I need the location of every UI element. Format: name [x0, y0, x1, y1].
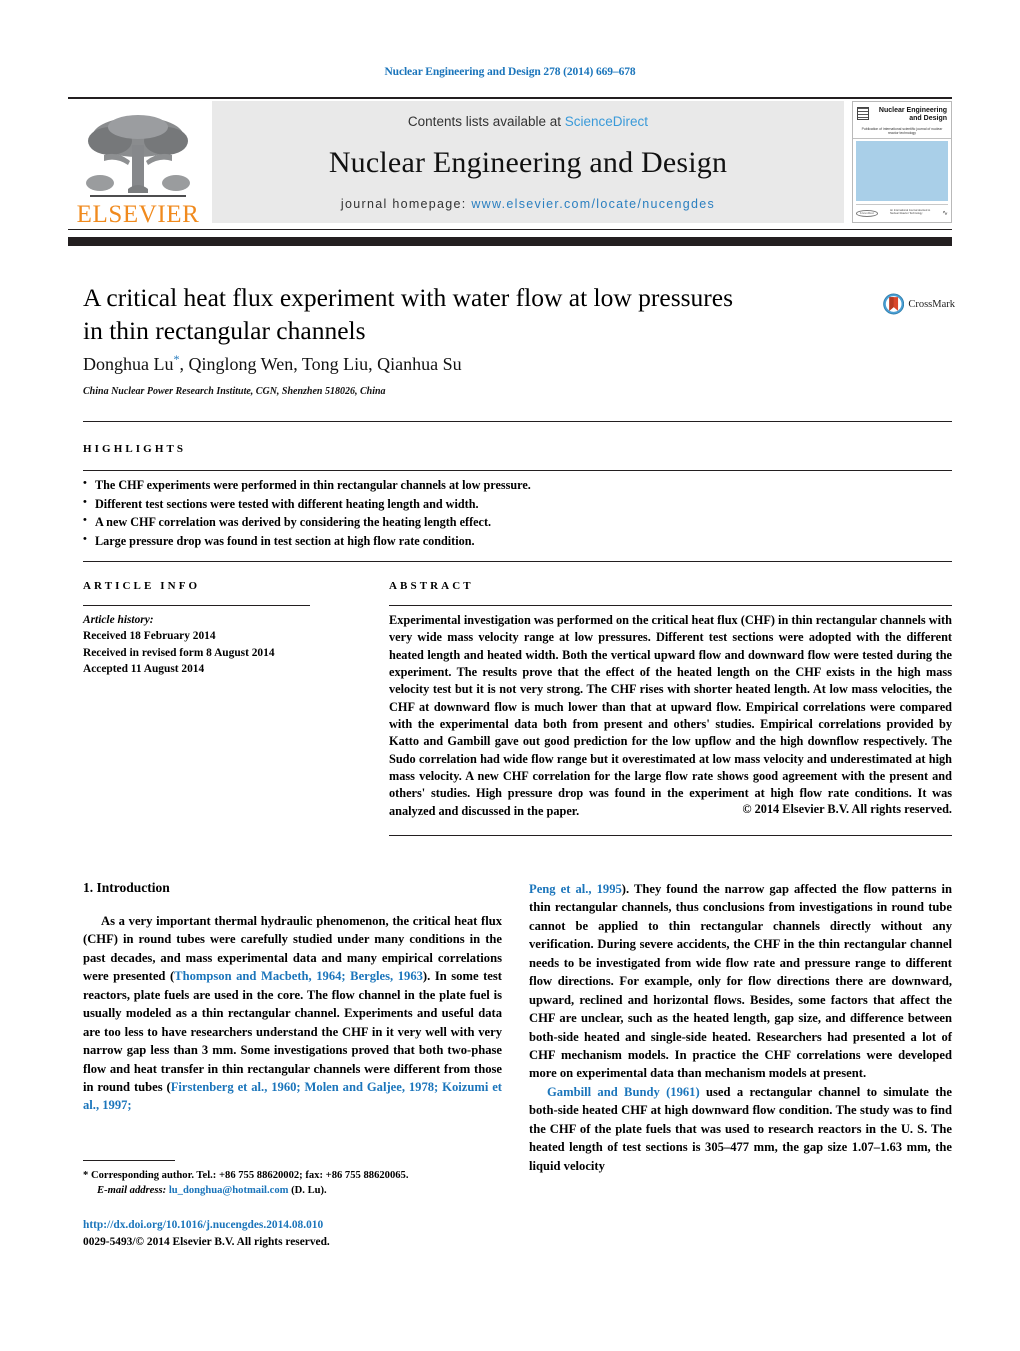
contents-available-line: Contents lists available at ScienceDirec… — [408, 114, 648, 129]
cover-artwork — [856, 141, 948, 202]
list-item: Large pressure drop was found in test se… — [83, 531, 952, 551]
elsevier-tree-icon — [86, 115, 190, 197]
author-list: Donghua Lu*, Qinglong Wen, Tong Liu, Qia… — [83, 352, 883, 375]
abstract-text: Experimental investigation was performed… — [389, 613, 952, 818]
footnote-rule — [83, 1160, 175, 1161]
article-accepted: Accepted 11 August 2014 — [83, 662, 205, 675]
article-history: Article history: Received 18 February 20… — [83, 612, 323, 677]
footnote-block: * Corresponding author. Tel.: +86 755 88… — [83, 1168, 503, 1198]
journal-article-page: Nuclear Engineering and Design 278 (2014… — [0, 0, 1020, 1351]
masthead-top-rule — [68, 97, 952, 99]
email-suffix: (D. Lu). — [288, 1185, 327, 1197]
author-names-rest: , Qinglong Wen, Tong Liu, Qianhua Su — [179, 354, 462, 374]
journal-title: Nuclear Engineering and Design — [328, 146, 728, 179]
elsevier-logo: ELSEVIER — [68, 101, 208, 229]
article-info-heading: ARTICLE INFO — [83, 580, 201, 592]
journal-homepage-line: journal homepage: www.elsevier.com/locat… — [341, 197, 715, 211]
paragraph-text-c: ). They found the narrow gap affected th… — [529, 882, 952, 1081]
article-info-rule — [83, 605, 310, 606]
running-head: Nuclear Engineering and Design 278 (2014… — [384, 66, 636, 78]
crossmark-label: CrossMark — [908, 298, 955, 310]
issn-copyright-line: 0029-5493/© 2014 Elsevier B.V. All right… — [83, 1235, 330, 1248]
corresponding-author-note: * Corresponding author. Tel.: +86 755 88… — [83, 1170, 409, 1181]
citation-link[interactable]: Gambill and Bundy (1961) — [547, 1085, 700, 1099]
highlights-top-rule — [83, 421, 952, 422]
cover-title: Nuclear Engineering and Design — [872, 107, 947, 123]
abstract-copyright: © 2014 Elsevier B.V. All rights reserved… — [742, 802, 952, 816]
cover-logo-icon — [857, 107, 869, 120]
cover-sciencedirect-badge: ScienceDirect — [856, 209, 878, 217]
highlights-list: The CHF experiments were performed in th… — [83, 475, 952, 551]
page-title: A critical heat flux experiment with wat… — [83, 282, 783, 347]
list-item: A new CHF correlation was derived by con… — [83, 512, 952, 532]
article-received: Received 18 February 2014 — [83, 630, 216, 643]
cover-footer: ScienceDirect An International Journal d… — [856, 204, 948, 220]
journal-cover-thumbnail: Nuclear Engineering and Design Publicati… — [852, 101, 952, 223]
title-line-1: A critical heat flux experiment with wat… — [83, 283, 734, 312]
contents-prefix: Contents lists available at — [407, 114, 562, 129]
citation-link[interactable]: Thompson and Macbeth, 1964; Bergles, 196… — [174, 969, 423, 983]
email-note: E-mail address: lu_donghua@hotmail.com (… — [83, 1183, 503, 1198]
crossmark-badge[interactable]: CrossMark — [883, 286, 955, 322]
abstract-bottom-rule — [389, 835, 952, 836]
paragraph-text-b: ). In some test reactors, plate fuels ar… — [83, 969, 502, 1094]
sciencedirect-link[interactable]: ScienceDirect — [565, 114, 648, 129]
journal-masthead: ELSEVIER Contents lists available at Sci… — [68, 101, 952, 229]
highlights-heading: HIGHLIGHTS — [83, 443, 187, 455]
article-revised: Received in revised form 8 August 2014 — [83, 646, 275, 659]
highlights-bottom-rule — [83, 561, 952, 562]
masthead-bottom-rule — [68, 229, 952, 230]
masthead-heavy-bar — [68, 237, 952, 246]
email-link[interactable]: lu_donghua@hotmail.com — [169, 1185, 289, 1196]
affiliation: China Nuclear Power Research Institute, … — [83, 386, 386, 397]
cover-footer-text: An International Journal devoted to Nucl… — [889, 209, 931, 215]
abstract-heading: ABSTRACT — [389, 580, 474, 592]
elsevier-wordmark: ELSEVIER — [76, 201, 200, 228]
doi-block: http://dx.doi.org/10.1016/j.nucengdes.20… — [83, 1217, 503, 1250]
homepage-url-link[interactable]: www.elsevier.com/locate/nucengdes — [471, 197, 715, 211]
cover-elsevier-mark-icon: ∿ — [942, 209, 948, 217]
author-names: Donghua Lu — [83, 354, 174, 374]
email-label: E-mail address: — [97, 1185, 167, 1197]
list-item: Different test sections were tested with… — [83, 494, 952, 514]
cover-title-line1: Nuclear Engineering — [878, 107, 947, 114]
journal-band: Contents lists available at ScienceDirec… — [212, 101, 844, 223]
citation-link[interactable]: Peng et al., 1995 — [529, 882, 622, 896]
abstract-rule — [389, 605, 952, 606]
cover-header: Nuclear Engineering and Design — [853, 102, 951, 126]
list-item: The CHF experiments were performed in th… — [83, 475, 952, 495]
paragraph: As a very important thermal hydraulic ph… — [83, 912, 502, 1115]
paragraph: Peng et al., 1995). They found the narro… — [529, 880, 952, 1083]
crossmark-icon — [883, 293, 905, 315]
cover-title-line2: and Design — [909, 115, 947, 123]
doi-link[interactable]: http://dx.doi.org/10.1016/j.nucengdes.20… — [83, 1217, 503, 1234]
body-column-right: Peng et al., 1995). They found the narro… — [529, 880, 952, 1175]
cover-subtitle: Publication of international scientific … — [861, 127, 943, 136]
title-line-2: in thin rectangular channels — [83, 315, 366, 345]
homepage-prefix: journal homepage: — [340, 197, 467, 211]
body-column-left: As a very important thermal hydraulic ph… — [83, 912, 502, 1115]
cover-divider — [853, 138, 951, 140]
section-heading-introduction: 1. Introduction — [83, 880, 170, 895]
highlights-mid-rule — [83, 470, 952, 471]
article-history-label: Article history: — [83, 614, 154, 626]
paragraph: Gambill and Bundy (1961) used a rectangu… — [529, 1083, 952, 1175]
